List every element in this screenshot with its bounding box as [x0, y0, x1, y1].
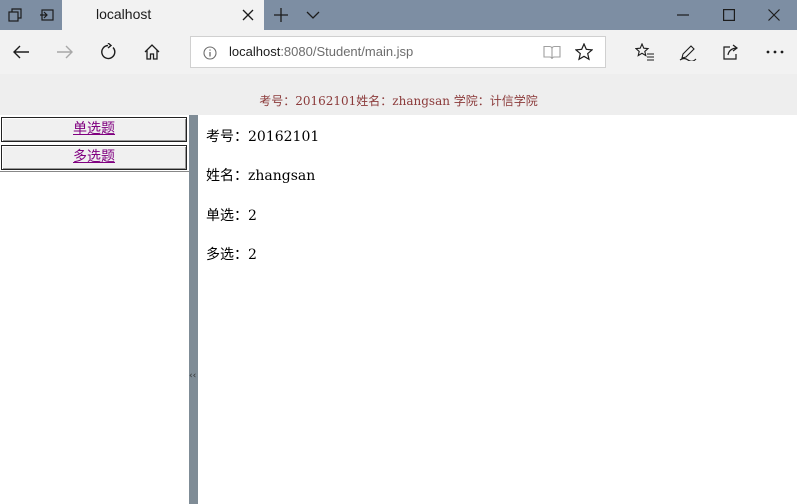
favorite-star-icon[interactable]: [574, 42, 594, 65]
divider: [0, 171, 189, 172]
set-aside-tabs-icon[interactable]: [32, 0, 62, 30]
new-tab-icon[interactable]: [266, 0, 296, 30]
pen-icon[interactable]: [673, 37, 703, 67]
maximize-icon[interactable]: [706, 0, 752, 30]
menu-item-single-choice[interactable]: 单选题: [1, 117, 187, 142]
tab-localhost[interactable]: localhost: [62, 0, 264, 30]
tab-actions-icon[interactable]: [0, 0, 30, 30]
name-label: 姓名：: [206, 168, 248, 184]
exam-number-value: 20162101: [248, 129, 320, 145]
back-icon[interactable]: [6, 37, 36, 67]
refresh-icon[interactable]: [93, 37, 123, 67]
multiple-choice-label: 多选：: [206, 247, 248, 263]
url-path: :8080/Student/main.jsp: [280, 44, 414, 59]
reading-view-icon[interactable]: [543, 45, 561, 64]
multiple-choice-value: 2: [248, 247, 257, 263]
tab-title: localhost: [96, 6, 152, 22]
multiple-choice-row: 多选：2: [206, 244, 257, 264]
single-choice-link[interactable]: 单选题: [73, 121, 115, 137]
url-text[interactable]: localhost:8080/Student/main.jsp: [229, 44, 413, 59]
share-icon[interactable]: [716, 37, 746, 67]
name-row: 姓名：zhangsan: [206, 165, 315, 185]
exam-number-row: 考号：20162101: [206, 126, 319, 146]
single-choice-row: 单选：2: [206, 205, 257, 225]
info-icon[interactable]: [203, 45, 217, 64]
more-icon[interactable]: [760, 37, 790, 67]
address-bar[interactable]: localhost:8080/Student/main.jsp: [190, 36, 606, 68]
favorites-hub-icon[interactable]: [630, 37, 660, 67]
single-choice-label: 单选：: [206, 208, 248, 224]
collapse-grip-icon[interactable]: ‹‹: [189, 371, 196, 381]
name-value: zhangsan: [248, 168, 316, 184]
student-info-line: 考号：20162101姓名：zhangsan 学院：计信学院: [259, 94, 538, 108]
exam-number-label: 考号：: [206, 129, 248, 145]
single-choice-value: 2: [248, 208, 257, 224]
menu-item-multiple-choice[interactable]: 多选题: [1, 145, 187, 170]
chevron-down-icon[interactable]: [298, 0, 328, 30]
close-icon[interactable]: [238, 5, 258, 25]
url-host: localhost: [229, 44, 281, 59]
close-window-icon[interactable]: [751, 0, 797, 30]
multiple-choice-link[interactable]: 多选题: [73, 149, 115, 165]
nav-bar: localhost:8080/Student/main.jsp: [0, 30, 797, 74]
minimize-icon[interactable]: [660, 0, 706, 30]
frame-splitter[interactable]: ‹‹: [189, 115, 198, 504]
forward-icon[interactable]: [50, 37, 80, 67]
title-bar: localhost: [0, 0, 797, 30]
home-icon[interactable]: [137, 37, 167, 67]
page-header-frame: 考号：20162101姓名：zhangsan 学院：计信学院: [0, 74, 797, 115]
left-menu-frame: 单选题 多选题: [0, 115, 189, 504]
main-content-frame: 考号：20162101 姓名：zhangsan 单选：2 多选：2: [198, 115, 797, 504]
